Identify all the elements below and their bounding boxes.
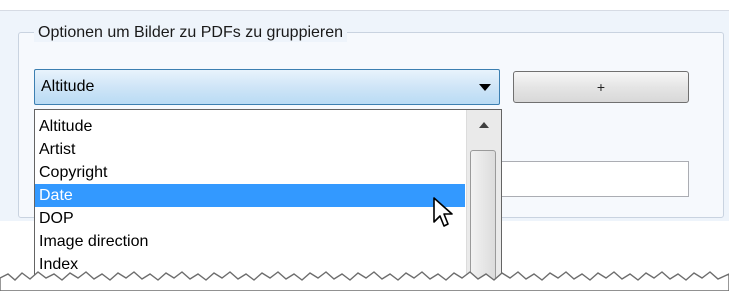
- torn-edge: [0, 271, 729, 291]
- list-item[interactable]: DOP: [35, 207, 465, 230]
- chevron-down-icon[interactable]: [479, 84, 491, 91]
- list-item[interactable]: Artist: [35, 138, 465, 161]
- scroll-up-button[interactable]: [467, 110, 501, 146]
- scroll-up-arrow-icon: [479, 122, 489, 128]
- combobox-value: Altitude: [41, 78, 95, 95]
- list-item[interactable]: Copyright: [35, 161, 465, 184]
- list-item[interactable]: Image direction: [35, 230, 465, 253]
- text-input[interactable]: [499, 161, 689, 197]
- group-by-combobox[interactable]: Altitude: [34, 69, 500, 105]
- list-item[interactable]: Altitude: [35, 115, 465, 138]
- add-button[interactable]: +: [513, 71, 689, 103]
- list-item-selected[interactable]: Date: [35, 184, 465, 207]
- group-title: Optionen um Bilder zu PDFs zu gruppieren: [34, 24, 348, 42]
- mouse-pointer-icon: [433, 197, 453, 227]
- top-divider: [0, 0, 729, 11]
